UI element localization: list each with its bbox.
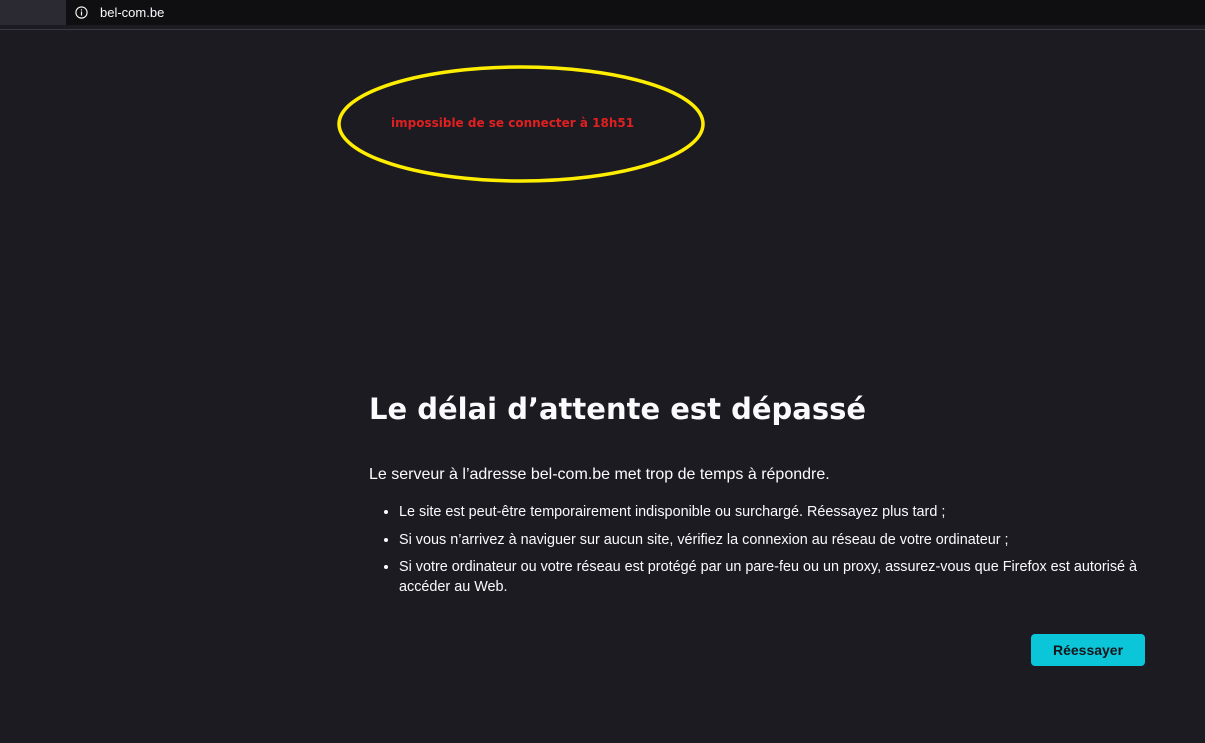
toolbar-separator: [0, 29, 1205, 30]
suggestion-list: Le site est peut-être temporairement ind…: [369, 502, 1145, 597]
info-icon[interactable]: [75, 6, 88, 19]
url-text[interactable]: bel-com.be: [100, 5, 164, 20]
toolbar-left-area: [0, 0, 66, 25]
annotation-text: impossible de se connecter à 18h51: [391, 116, 635, 130]
list-item: Si vous n’arrivez à naviguer sur aucun s…: [399, 530, 1145, 550]
list-item: Si votre ordinateur ou votre réseau est …: [399, 557, 1145, 597]
error-title: Le délai d’attente est dépassé: [369, 392, 867, 426]
list-item: Le site est peut-être temporairement ind…: [399, 502, 1145, 522]
address-bar[interactable]: bel-com.be: [66, 0, 1205, 25]
error-page-content: Le délai d’attente est dépassé Le serveu…: [369, 388, 1145, 605]
retry-button[interactable]: Réessayer: [1031, 634, 1145, 666]
error-description: Le serveur à l’adresse bel-com.be met tr…: [369, 466, 830, 483]
